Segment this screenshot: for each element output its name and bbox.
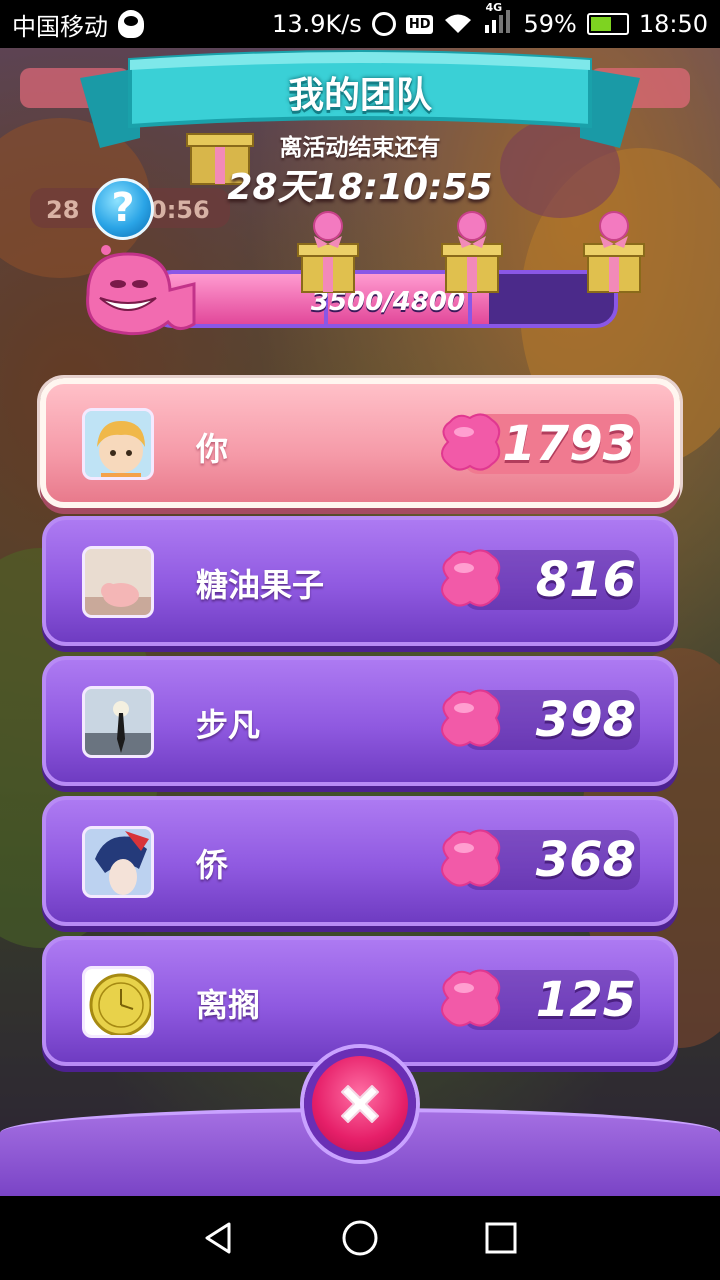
milestone-gift-icon[interactable] xyxy=(296,208,360,298)
clock: 18:50 xyxy=(638,10,708,38)
member-name: 你 xyxy=(196,430,229,468)
gold-clock-avatar-icon xyxy=(85,969,151,1035)
team-member-row: 糖油果子 816 xyxy=(42,516,678,646)
member-score: 368 xyxy=(535,832,636,888)
team-member-row: 离搁 125 xyxy=(42,936,678,1066)
pink-jelly-mascot-icon xyxy=(86,245,196,336)
member-avatar xyxy=(82,966,154,1038)
progress-text: 3500/4800 xyxy=(310,287,466,317)
member-avatar xyxy=(82,546,154,618)
milestone-gift-icon[interactable] xyxy=(582,208,646,298)
recent-apps-icon[interactable] xyxy=(483,1220,519,1256)
back-icon[interactable] xyxy=(201,1220,237,1256)
member-score: 816 xyxy=(535,552,636,608)
member-score: 398 xyxy=(535,692,636,748)
member-avatar xyxy=(82,686,154,758)
milestone-gift-icon[interactable] xyxy=(440,208,504,298)
page-title: 我的团队 xyxy=(287,75,432,116)
team-progress-bar: 3500/4800 xyxy=(150,270,618,328)
team-member-row: 侨 368 xyxy=(42,796,678,926)
cellular-signal: 4G xyxy=(483,1,513,39)
hd-icon: HD xyxy=(405,14,434,34)
member-score: 1793 xyxy=(502,416,636,472)
close-icon xyxy=(341,1085,379,1123)
battery-percent: 59% xyxy=(523,10,577,38)
android-navigation-bar xyxy=(0,1196,720,1280)
piglet-photo-avatar-icon xyxy=(85,549,151,615)
wifi-icon xyxy=(445,14,472,33)
countdown-label: 离活动结束还有 xyxy=(279,135,441,161)
status-bar: 中国移动 13.9K/s HD 4G 59% 18:50 xyxy=(0,0,720,48)
game-screen: 28 0:56 我的团队 离活动结束还有 28天18:10:55 ? 3500/… xyxy=(0,48,720,1196)
carrier-name: 中国移动 xyxy=(12,12,108,41)
close-button[interactable] xyxy=(304,1048,416,1160)
team-member-row-self: 你 1793 xyxy=(40,378,680,508)
help-button[interactable]: ? xyxy=(92,178,154,240)
home-icon[interactable] xyxy=(340,1218,380,1258)
member-name: 糖油果子 xyxy=(196,566,325,604)
member-name: 步凡 xyxy=(196,706,261,744)
battery-icon xyxy=(586,13,629,35)
team-member-row: 步凡 398 xyxy=(42,656,678,786)
member-score: 125 xyxy=(535,972,636,1028)
status-bar-right: 13.9K/s HD 4G 59% 18:50 xyxy=(272,1,708,39)
network-type-label: 4G xyxy=(485,1,503,14)
net-speed: 13.9K/s xyxy=(272,10,362,38)
member-avatar xyxy=(82,408,154,480)
anime-boy-avatar-icon xyxy=(85,829,151,895)
member-name: 侨 xyxy=(196,846,229,884)
blond-boy-avatar-icon xyxy=(85,411,151,477)
silhouette-photo-avatar-icon xyxy=(85,689,151,755)
member-avatar xyxy=(82,826,154,898)
member-name: 离搁 xyxy=(196,986,261,1024)
alarm-icon xyxy=(371,12,396,36)
qq-notification-icon xyxy=(118,10,144,38)
